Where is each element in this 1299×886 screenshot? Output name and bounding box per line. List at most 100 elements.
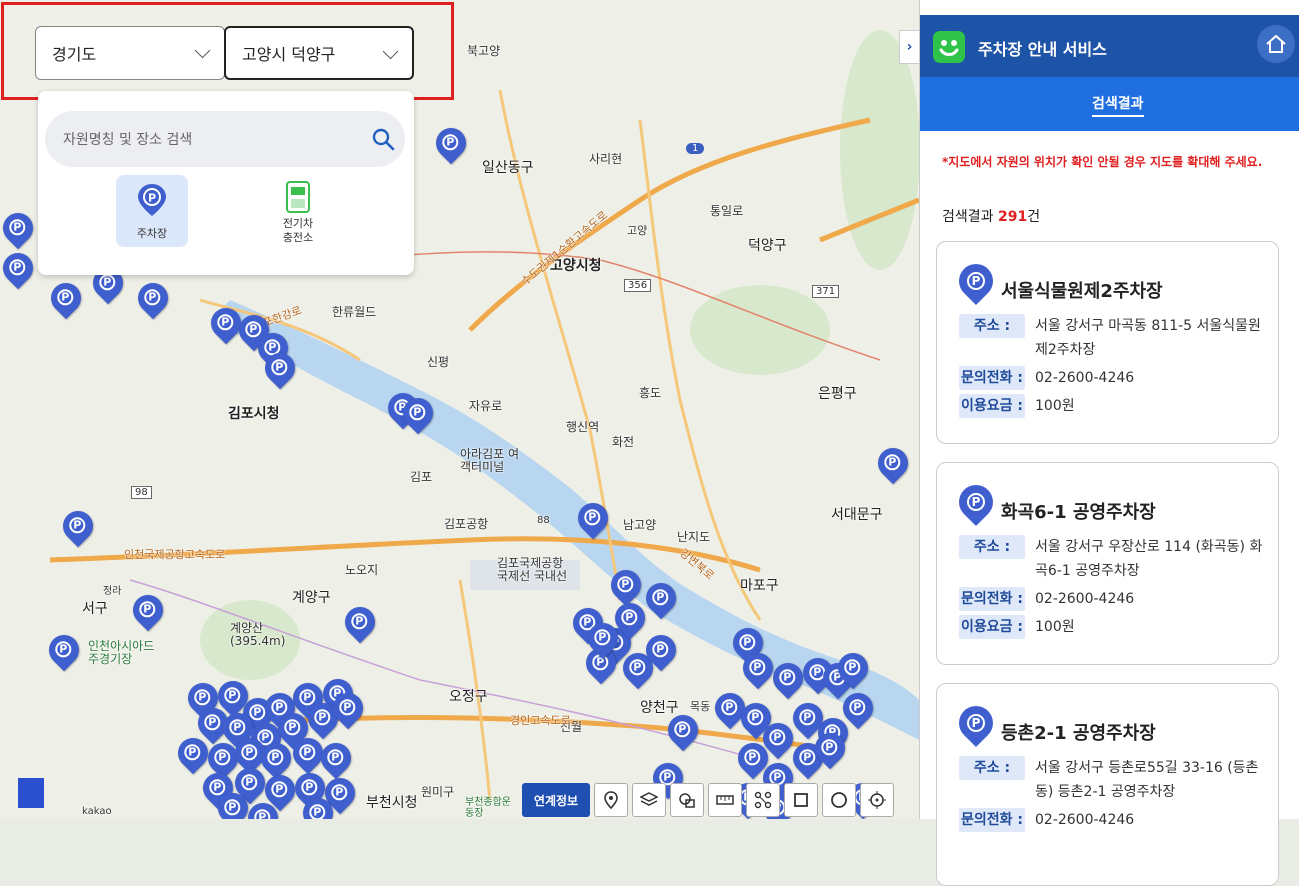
layers-icon [640, 792, 658, 806]
route-shield: 356 [624, 279, 652, 292]
place-label: 김포시청 [228, 406, 280, 422]
location-pin-tool[interactable] [594, 783, 628, 817]
panel-collapse-button[interactable]: › [899, 30, 919, 64]
rectangle-tool[interactable] [784, 783, 818, 817]
place-label: 정라 [103, 586, 122, 597]
my-location-tool[interactable] [860, 783, 894, 817]
address-label: 주소 : [959, 756, 1025, 780]
search-box [45, 111, 405, 169]
place-label: 고양 [627, 224, 648, 237]
place-label: 덕양구 [748, 238, 787, 254]
route-shield: 98 [131, 486, 152, 499]
address-row: 주소 : 서울 강서구 등촌로55길 33-16 (등촌동) 등촌2-1 공영주차… [959, 756, 1263, 804]
area-tool[interactable] [670, 783, 704, 817]
result-name: 화곡6-1 공영주차장 [1001, 502, 1156, 523]
route-shield: 88 [537, 515, 550, 526]
result-count: 검색결과 291건 [942, 206, 1040, 226]
place-label: 김포공항 [444, 517, 489, 531]
fee-label: 이용요금 : [959, 394, 1025, 418]
address-row: 주소 : 서울 강서구 우장산로 114 (화곡동) 화곡6-1 공영주차장 [959, 535, 1263, 583]
home-button[interactable] [1257, 25, 1295, 63]
highway-label: 인천국제공항고속도로 [124, 548, 226, 561]
route-shield: 1 [686, 143, 705, 154]
place-label: 흥도 [639, 386, 662, 400]
result-name: 서울식물원제2주차장 [1001, 281, 1163, 302]
highway-label: 경인고속도로 [510, 714, 571, 727]
place-label: 서구 [82, 601, 108, 617]
place-label: 통일로 [710, 204, 744, 218]
water-area [18, 778, 44, 808]
ev-charger-icon [286, 181, 310, 213]
place-label: 행신역 [566, 420, 600, 434]
place-label: 목동 [690, 700, 711, 713]
place-label: 오정구 [449, 689, 488, 705]
place-label: 화전 [612, 435, 635, 449]
place-label: 북고양 [467, 44, 501, 58]
chevron-right-icon: › [906, 39, 913, 55]
fee-value: 100원 [1035, 619, 1075, 635]
map-view[interactable]: 일산동구 고양시청 덕양구 김포시청 은평구 서대문구 계양구 서구 오정구 양… [0, 0, 919, 819]
place-label: 양천구 [640, 700, 679, 716]
place-label: 계양구 [292, 590, 331, 606]
city-value: 고양시 덕양구 [242, 45, 336, 64]
address-value: 서울 강서구 우장산로 114 (화곡동) 화곡6-1 공영주차장 [1035, 539, 1263, 579]
square-icon [794, 793, 808, 807]
result-count-prefix: 검색결과 [942, 209, 998, 225]
category-ev-charger[interactable]: 전기차 충전소 [262, 175, 334, 247]
phone-label: 문의전화 : [959, 808, 1025, 832]
place-label: 인천아시아드 주경기장 [88, 639, 155, 666]
place-label: 서대문구 [831, 507, 883, 523]
address-row: 주소 : 서울 강서구 마곡동 811-5 서울식물원제2주차장 [959, 314, 1263, 362]
search-icon[interactable] [371, 127, 395, 151]
layers-tool[interactable] [632, 783, 666, 817]
place-label: 부천시청 [366, 795, 418, 811]
category-label: 전기차 충전소 [282, 217, 314, 244]
panel-title: 주차장 안내 서비스 [978, 40, 1107, 59]
circle-tool[interactable] [822, 783, 856, 817]
city-dropdown[interactable]: 고양시 덕양구 [224, 26, 414, 80]
category-parking[interactable]: P 주차장 [116, 175, 188, 247]
phone-row: 문의전화 : 02-2600-4246 [959, 587, 1263, 611]
result-card[interactable]: 서울식물원제2주차장 주소 : 서울 강서구 마곡동 811-5 서울식물원제2주… [936, 241, 1279, 444]
crosshair-icon [868, 791, 886, 809]
parking-pin-icon [951, 256, 1001, 306]
place-label: 남고양 [623, 518, 657, 532]
search-input[interactable] [61, 111, 365, 169]
phone-label: 문의전화 : [959, 587, 1025, 611]
polygon-tool[interactable] [746, 783, 780, 817]
fee-label: 이용요금 : [959, 615, 1025, 639]
search-panel: P 주차장 전기차 충전소 [38, 91, 414, 275]
route-shield: 371 [812, 285, 840, 298]
phone-value: 02-2600-4246 [1035, 591, 1135, 607]
place-label: 일산동구 [482, 160, 534, 176]
map-toolbar: 연계정보 [522, 783, 894, 817]
home-icon [1266, 34, 1286, 53]
address-label: 주소 : [959, 535, 1025, 559]
linked-info-button[interactable]: 연계정보 [522, 783, 590, 817]
parking-pin-icon: P [138, 184, 166, 216]
parking-pin-icon [951, 477, 1001, 527]
phone-value: 02-2600-4246 [1035, 370, 1135, 386]
result-card[interactable]: 등촌2-1 공영주차장 주소 : 서울 강서구 등촌로55길 33-16 (등촌동… [936, 683, 1279, 886]
zoom-notice: *지도에서 자원의 위치가 확인 안될 경우 지도를 확대해 주세요. [942, 155, 1263, 169]
ruler-tool[interactable] [708, 783, 742, 817]
fee-row: 이용요금 : 100원 [959, 394, 1263, 418]
place-label: 노오지 [345, 563, 379, 577]
tab-search-results[interactable]: 검색결과 [1092, 93, 1144, 117]
park-area [690, 285, 830, 375]
address-label: 주소 : [959, 314, 1025, 338]
panel-header: 주차장 안내 서비스 [920, 15, 1299, 77]
nodes-icon [754, 791, 772, 809]
park-area [840, 30, 919, 270]
chevron-down-icon [194, 42, 211, 59]
panel-tabbar: 검색결과 [920, 77, 1299, 131]
place-label: 난지도 [677, 530, 711, 544]
circle-icon [831, 792, 847, 808]
phone-label: 문의전화 : [959, 366, 1025, 390]
province-dropdown[interactable]: 경기도 [35, 26, 225, 80]
place-label: 아라김포 여객터미널 [460, 447, 520, 474]
place-label: 김포 [410, 470, 433, 484]
result-card[interactable]: 화곡6-1 공영주차장 주소 : 서울 강서구 우장산로 114 (화곡동) 화곡… [936, 462, 1279, 665]
province-value: 경기도 [52, 45, 97, 64]
place-label: 원미구 [421, 785, 455, 799]
